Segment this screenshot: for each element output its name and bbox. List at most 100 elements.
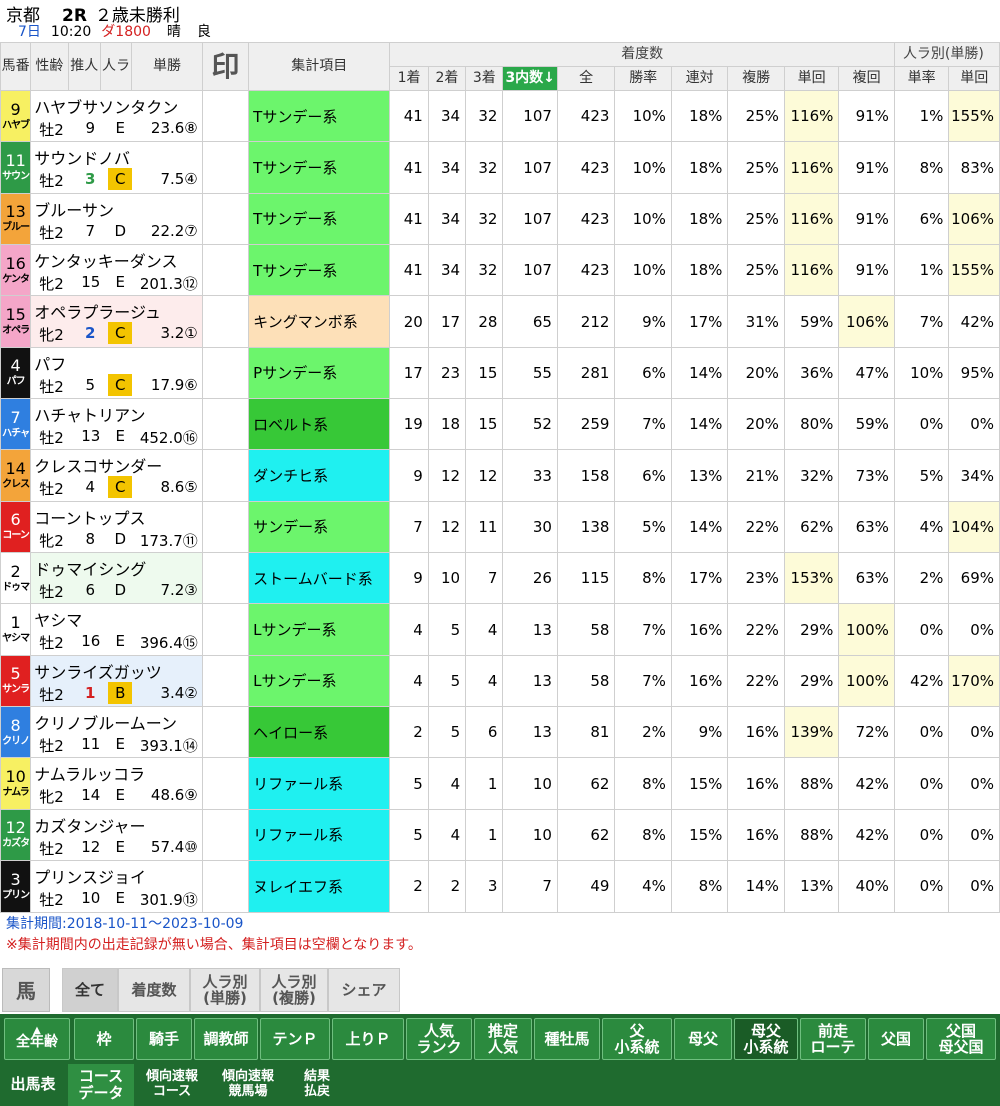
horse-info-cell[interactable]: ハヤブサソンタクン 牡2 9 E 23.6⑧: [30, 89, 203, 143]
mark-cell[interactable]: [201, 654, 250, 708]
horse-info-cell[interactable]: ヤシマ 牡2 16 E 396.4⑮: [30, 603, 203, 656]
horse-info-cell[interactable]: クレスコサンダー 牡2 4 C 8.6⑤: [30, 449, 203, 502]
horse-info-cell[interactable]: パフ 牡2 5 C 17.9⑥: [30, 346, 203, 400]
nav-trainer[interactable]: 調教師: [194, 1018, 258, 1060]
horse-number-cell[interactable]: 15 オペラ: [0, 295, 32, 348]
col-2nd[interactable]: 2着: [427, 66, 467, 91]
nav-course-data[interactable]: コース データ: [68, 1064, 134, 1106]
horse-info-cell[interactable]: オペラプラージュ 牝2 2 C 3.2①: [30, 295, 203, 348]
mark-cell[interactable]: [201, 244, 250, 297]
col-1st[interactable]: 1着: [389, 66, 429, 91]
nav-sire[interactable]: 種牡馬: [534, 1018, 600, 1060]
col-top3-sorted[interactable]: 3内数↓: [502, 66, 558, 91]
mark-cell[interactable]: [201, 500, 250, 554]
nav-tenp[interactable]: テンＰ: [260, 1018, 330, 1060]
horse-number-cell[interactable]: 9 ハヤブ: [0, 89, 32, 143]
mark-cell[interactable]: [201, 808, 250, 862]
col-tankai[interactable]: 単回: [783, 66, 840, 91]
col-win-rate[interactable]: 勝率: [614, 66, 672, 91]
horse-info-cell[interactable]: ブルーサン 牡2 7 D 22.2⑦: [30, 192, 203, 246]
tab-all[interactable]: 全て: [62, 968, 118, 1012]
horse-info-cell[interactable]: ハチャトリアン 牡2 13 E 452.0⑯: [30, 398, 203, 451]
nav-keiko-jo[interactable]: 傾向速報 競馬場: [212, 1064, 284, 1106]
nav-agarip[interactable]: 上りＰ: [332, 1018, 404, 1060]
horse-number-cell[interactable]: 8 クリノ: [0, 706, 32, 759]
table-row: 8 クリノ クリノブルームーン 牡2 11 E 393.1⑭ ヘイロー系 2 5 6 13 81 2% 9%…: [0, 706, 1000, 759]
tansho-odds: 452.0⑯: [139, 429, 198, 448]
nav-ninki-rank[interactable]: 人気 ランク: [406, 1018, 472, 1060]
mark-cell[interactable]: [201, 860, 250, 913]
cell-3rd: 32: [465, 244, 504, 297]
horse-number-cell[interactable]: 14 クレス: [0, 449, 32, 502]
going: 良: [196, 24, 211, 40]
horse-number-cell[interactable]: 7 ハチャ: [0, 398, 32, 451]
mark-cell[interactable]: [201, 757, 250, 810]
col-all[interactable]: 全: [556, 66, 616, 91]
nav-waku[interactable]: 枠: [74, 1018, 134, 1060]
horse-info-cell[interactable]: クリノブルームーン 牡2 11 E 393.1⑭: [30, 706, 203, 759]
col-ninki-tankai[interactable]: 単回: [948, 66, 1000, 91]
mark-cell[interactable]: [201, 398, 250, 451]
horse-info-cell[interactable]: ケンタッキーダンス 牝2 15 E 201.3⑫: [30, 244, 203, 297]
horse-info-cell[interactable]: ドゥマイシング 牡2 6 D 7.2③: [30, 552, 203, 605]
tab-ninki-fukusho[interactable]: 人ラ別 (複勝): [260, 968, 328, 1012]
nav-zenso-rote[interactable]: 前走 ローテ: [800, 1018, 866, 1060]
mark-cell[interactable]: [201, 295, 250, 348]
col-umaban[interactable]: 馬番: [0, 42, 32, 91]
horse-number-cell[interactable]: 16 ケンタ: [0, 244, 32, 297]
col-fukusho[interactable]: 複勝: [727, 66, 785, 91]
horse-number-cell[interactable]: 13 ブルー: [0, 192, 32, 246]
mark-cell[interactable]: [201, 449, 250, 502]
horse-number-cell[interactable]: 12 カズタ: [0, 808, 32, 862]
col-ninki-win-rate[interactable]: 単率: [893, 66, 950, 91]
col-fukukai[interactable]: 複回: [838, 66, 895, 91]
mark-cell[interactable]: [201, 89, 250, 143]
col-mark[interactable]: 印: [201, 42, 250, 91]
col-suitei[interactable]: 推人: [67, 42, 101, 91]
nav-all-age[interactable]: ▲ 全年齢: [4, 1018, 70, 1060]
tab-ninki-tansho[interactable]: 人ラ別 (単勝): [190, 968, 260, 1012]
horse-number-cell[interactable]: 3 プリン: [0, 860, 32, 913]
nav-hahachichi-keito[interactable]: 母父 小系統: [734, 1018, 798, 1060]
horse-number-cell[interactable]: 4 パフ: [0, 346, 32, 400]
nav-chichikoku[interactable]: 父国: [868, 1018, 924, 1060]
horse-info-cell[interactable]: ナムラルッコラ 牝2 14 E 48.6⑨: [30, 757, 203, 810]
nav-suitei-ninki[interactable]: 推定 人気: [474, 1018, 532, 1060]
horse-info-cell[interactable]: コーントップス 牝2 8 D 173.7⑪: [30, 500, 203, 554]
horse-abbr: カズタ: [2, 838, 30, 850]
col-seirei[interactable]: 性齢: [30, 42, 69, 91]
col-rentai[interactable]: 連対: [670, 66, 729, 91]
horse-sex-age: 牝2: [39, 326, 64, 345]
nav-shutuba[interactable]: 出馬表: [0, 1064, 66, 1106]
mark-icon: 印: [211, 49, 240, 83]
nav-jockey[interactable]: 騎手: [136, 1018, 192, 1060]
col-ninki-rank[interactable]: 人ラ: [99, 42, 133, 91]
horse-number-cell[interactable]: 1 ヤシマ: [0, 603, 32, 656]
tab-chaku[interactable]: 着度数: [118, 968, 190, 1012]
horse-number-cell[interactable]: 11 サウン: [0, 141, 32, 194]
nav-chichi-hahachichi-koku[interactable]: 父国 母父国: [926, 1018, 996, 1060]
horse-info-cell[interactable]: サンライズガッツ 牡2 1 B 3.4②: [30, 654, 203, 708]
nav-chichi-keito[interactable]: 父小系統: [602, 1018, 672, 1060]
horse-number-cell[interactable]: 5 サンラ: [0, 654, 32, 708]
mark-cell[interactable]: [201, 706, 250, 759]
horse-number-cell[interactable]: 2 ドゥマ: [0, 552, 32, 605]
horse-info-cell[interactable]: プリンスジョイ 牡2 10 E 301.9⑬: [30, 860, 203, 913]
col-item[interactable]: 集計項目: [248, 42, 391, 91]
mark-cell[interactable]: [201, 346, 250, 400]
mark-cell[interactable]: [201, 192, 250, 246]
table-row: 7 ハチャ ハチャトリアン 牡2 13 E 452.0⑯ ロベルト系 19 18 15 52 259 7%…: [0, 398, 1000, 451]
horse-info-cell[interactable]: カズタンジャー 牡2 12 E 57.4⑩: [30, 808, 203, 862]
mark-cell[interactable]: [201, 141, 250, 194]
nav-hahachichi[interactable]: 母父: [674, 1018, 732, 1060]
col-3rd[interactable]: 3着: [465, 66, 504, 91]
nav-keiko-course[interactable]: 傾向速報 コース: [136, 1064, 208, 1106]
col-tansho[interactable]: 単勝: [131, 42, 203, 91]
horse-number-cell[interactable]: 10 ナムラ: [0, 757, 32, 810]
horse-number-cell[interactable]: 6 コーン: [0, 500, 32, 554]
mark-cell[interactable]: [201, 603, 250, 656]
mark-cell[interactable]: [201, 552, 250, 605]
horse-info-cell[interactable]: サウンドノバ 牡2 3 C 7.5④: [30, 141, 203, 194]
nav-result[interactable]: 結果 払戻: [286, 1064, 348, 1106]
tab-share[interactable]: シェア: [328, 968, 400, 1012]
